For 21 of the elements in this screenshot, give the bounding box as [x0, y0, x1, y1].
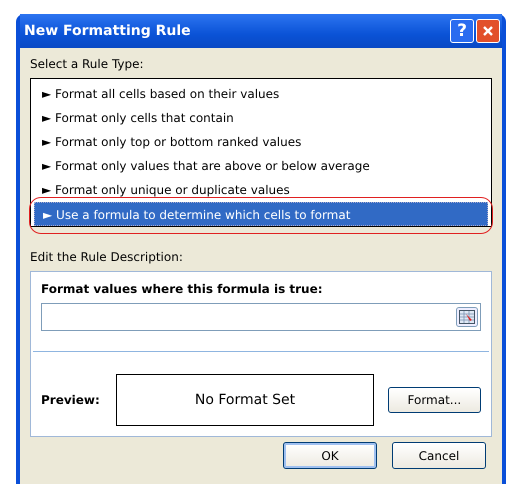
close-icon: [482, 25, 494, 37]
rule-type-item[interactable]: ► Format only unique or duplicate values: [34, 178, 488, 202]
range-picker-icon: [459, 310, 475, 324]
cancel-button[interactable]: Cancel: [392, 442, 486, 469]
ok-button[interactable]: OK: [283, 442, 377, 469]
rule-type-item[interactable]: ► Use a formula to determine which cells to format: [34, 202, 488, 226]
section-label: Select a Rule Type:: [30, 56, 144, 72]
rule-type-item[interactable]: ► Format all cells based on their values: [34, 82, 488, 106]
help-button[interactable]: ?: [450, 19, 474, 43]
range-picker-button[interactable]: [456, 307, 478, 327]
preview-box: No Format Set: [116, 374, 374, 426]
format-button[interactable]: Format...: [388, 387, 481, 413]
rule-type-item[interactable]: ► Format only values that are above or below average: [34, 154, 488, 178]
formula-label: Format values where this formula is true:: [41, 282, 323, 296]
rule-type-item[interactable]: ► Format only cells that contain: [34, 106, 488, 130]
window-title: New Formatting Rule: [24, 23, 192, 39]
close-button[interactable]: [476, 19, 500, 43]
formula-field[interactable]: [41, 303, 481, 331]
section-label: Edit the Rule Description:: [30, 249, 183, 265]
preview-label: Preview:: [41, 393, 101, 407]
rule-type-item[interactable]: ► Format only top or bottom ranked values: [34, 130, 488, 154]
